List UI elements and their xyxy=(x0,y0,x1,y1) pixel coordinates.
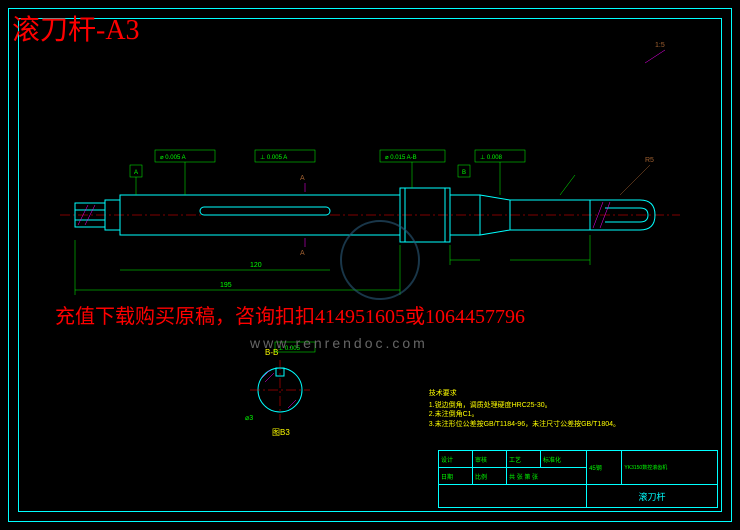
svg-text:⌀ 0.015 A-B: ⌀ 0.015 A-B xyxy=(385,155,417,161)
technical-notes: 技术要求 1.锐边倒角，调质处理硬度HRC25-30。 2.未注倒角C1。 3.… xyxy=(429,389,620,430)
svg-text:B: B xyxy=(462,170,466,176)
tb-col-1: 审核 xyxy=(473,451,507,468)
svg-text:A: A xyxy=(300,250,305,257)
section-arrows: A A xyxy=(300,175,305,257)
tb-part: 滚刀杆 xyxy=(587,485,718,508)
note-line-1: 1.锐边倒角，调质处理硬度HRC25-30。 xyxy=(429,401,620,411)
svg-text:⊥ 0.005 A: ⊥ 0.005 A xyxy=(260,154,287,161)
tb-material: 45钢 xyxy=(587,451,622,485)
tb-col-4: 日期 xyxy=(439,468,473,485)
tb-empty xyxy=(439,485,587,508)
svg-text:1:5: 1:5 xyxy=(655,42,665,49)
tb-col-0: 设计 xyxy=(439,451,473,468)
svg-text:图B3: 图B3 xyxy=(272,428,290,437)
tb-col-6: 共 张 第 张 xyxy=(507,468,587,485)
svg-text:195: 195 xyxy=(220,282,232,289)
tb-col-2: 工艺 xyxy=(507,451,541,468)
note-line-2: 2.未注倒角C1。 xyxy=(429,410,620,420)
watermark-logo xyxy=(340,220,420,300)
svg-text:120: 120 xyxy=(250,262,262,269)
right-leaders: R5 xyxy=(560,157,654,195)
svg-text:R5: R5 xyxy=(645,157,654,164)
svg-text:⌀ 0.005 A: ⌀ 0.005 A xyxy=(160,155,186,161)
scale-arrow: 1:5 xyxy=(645,42,665,63)
title-block: 设计 审核 工艺 标准化 45钢 YK3150数控滚齿机 日期 比例 共 张 第… xyxy=(438,450,718,508)
watermark-url: www.renrendoc.com xyxy=(250,335,428,351)
watermark-text: 充值下载购买原稿，咨询扣扣414951605或1064457796 xyxy=(55,300,525,329)
tb-project: YK3150数控滚齿机 xyxy=(622,451,718,485)
gdt-frames: ⌀ 0.005 A ⊥ 0.005 A ⌀ 0.015 A-B ⊥ 0.008 xyxy=(155,150,525,195)
note-line-3: 3.未注形位公差按GB/T1184-96，未注尺寸公差按GB/T1804。 xyxy=(429,420,620,430)
tb-col-5: 比例 xyxy=(473,468,507,485)
section-view: B-B ⊥ 0.005 ⌀3 图B3 xyxy=(245,342,315,437)
svg-text:A: A xyxy=(300,175,305,182)
notes-header: 技术要求 xyxy=(429,389,620,399)
svg-text:⌀3: ⌀3 xyxy=(245,415,253,422)
svg-text:⊥ 0.008: ⊥ 0.008 xyxy=(480,154,503,161)
svg-text:A: A xyxy=(134,170,138,176)
tb-col-3: 标准化 xyxy=(541,451,587,468)
